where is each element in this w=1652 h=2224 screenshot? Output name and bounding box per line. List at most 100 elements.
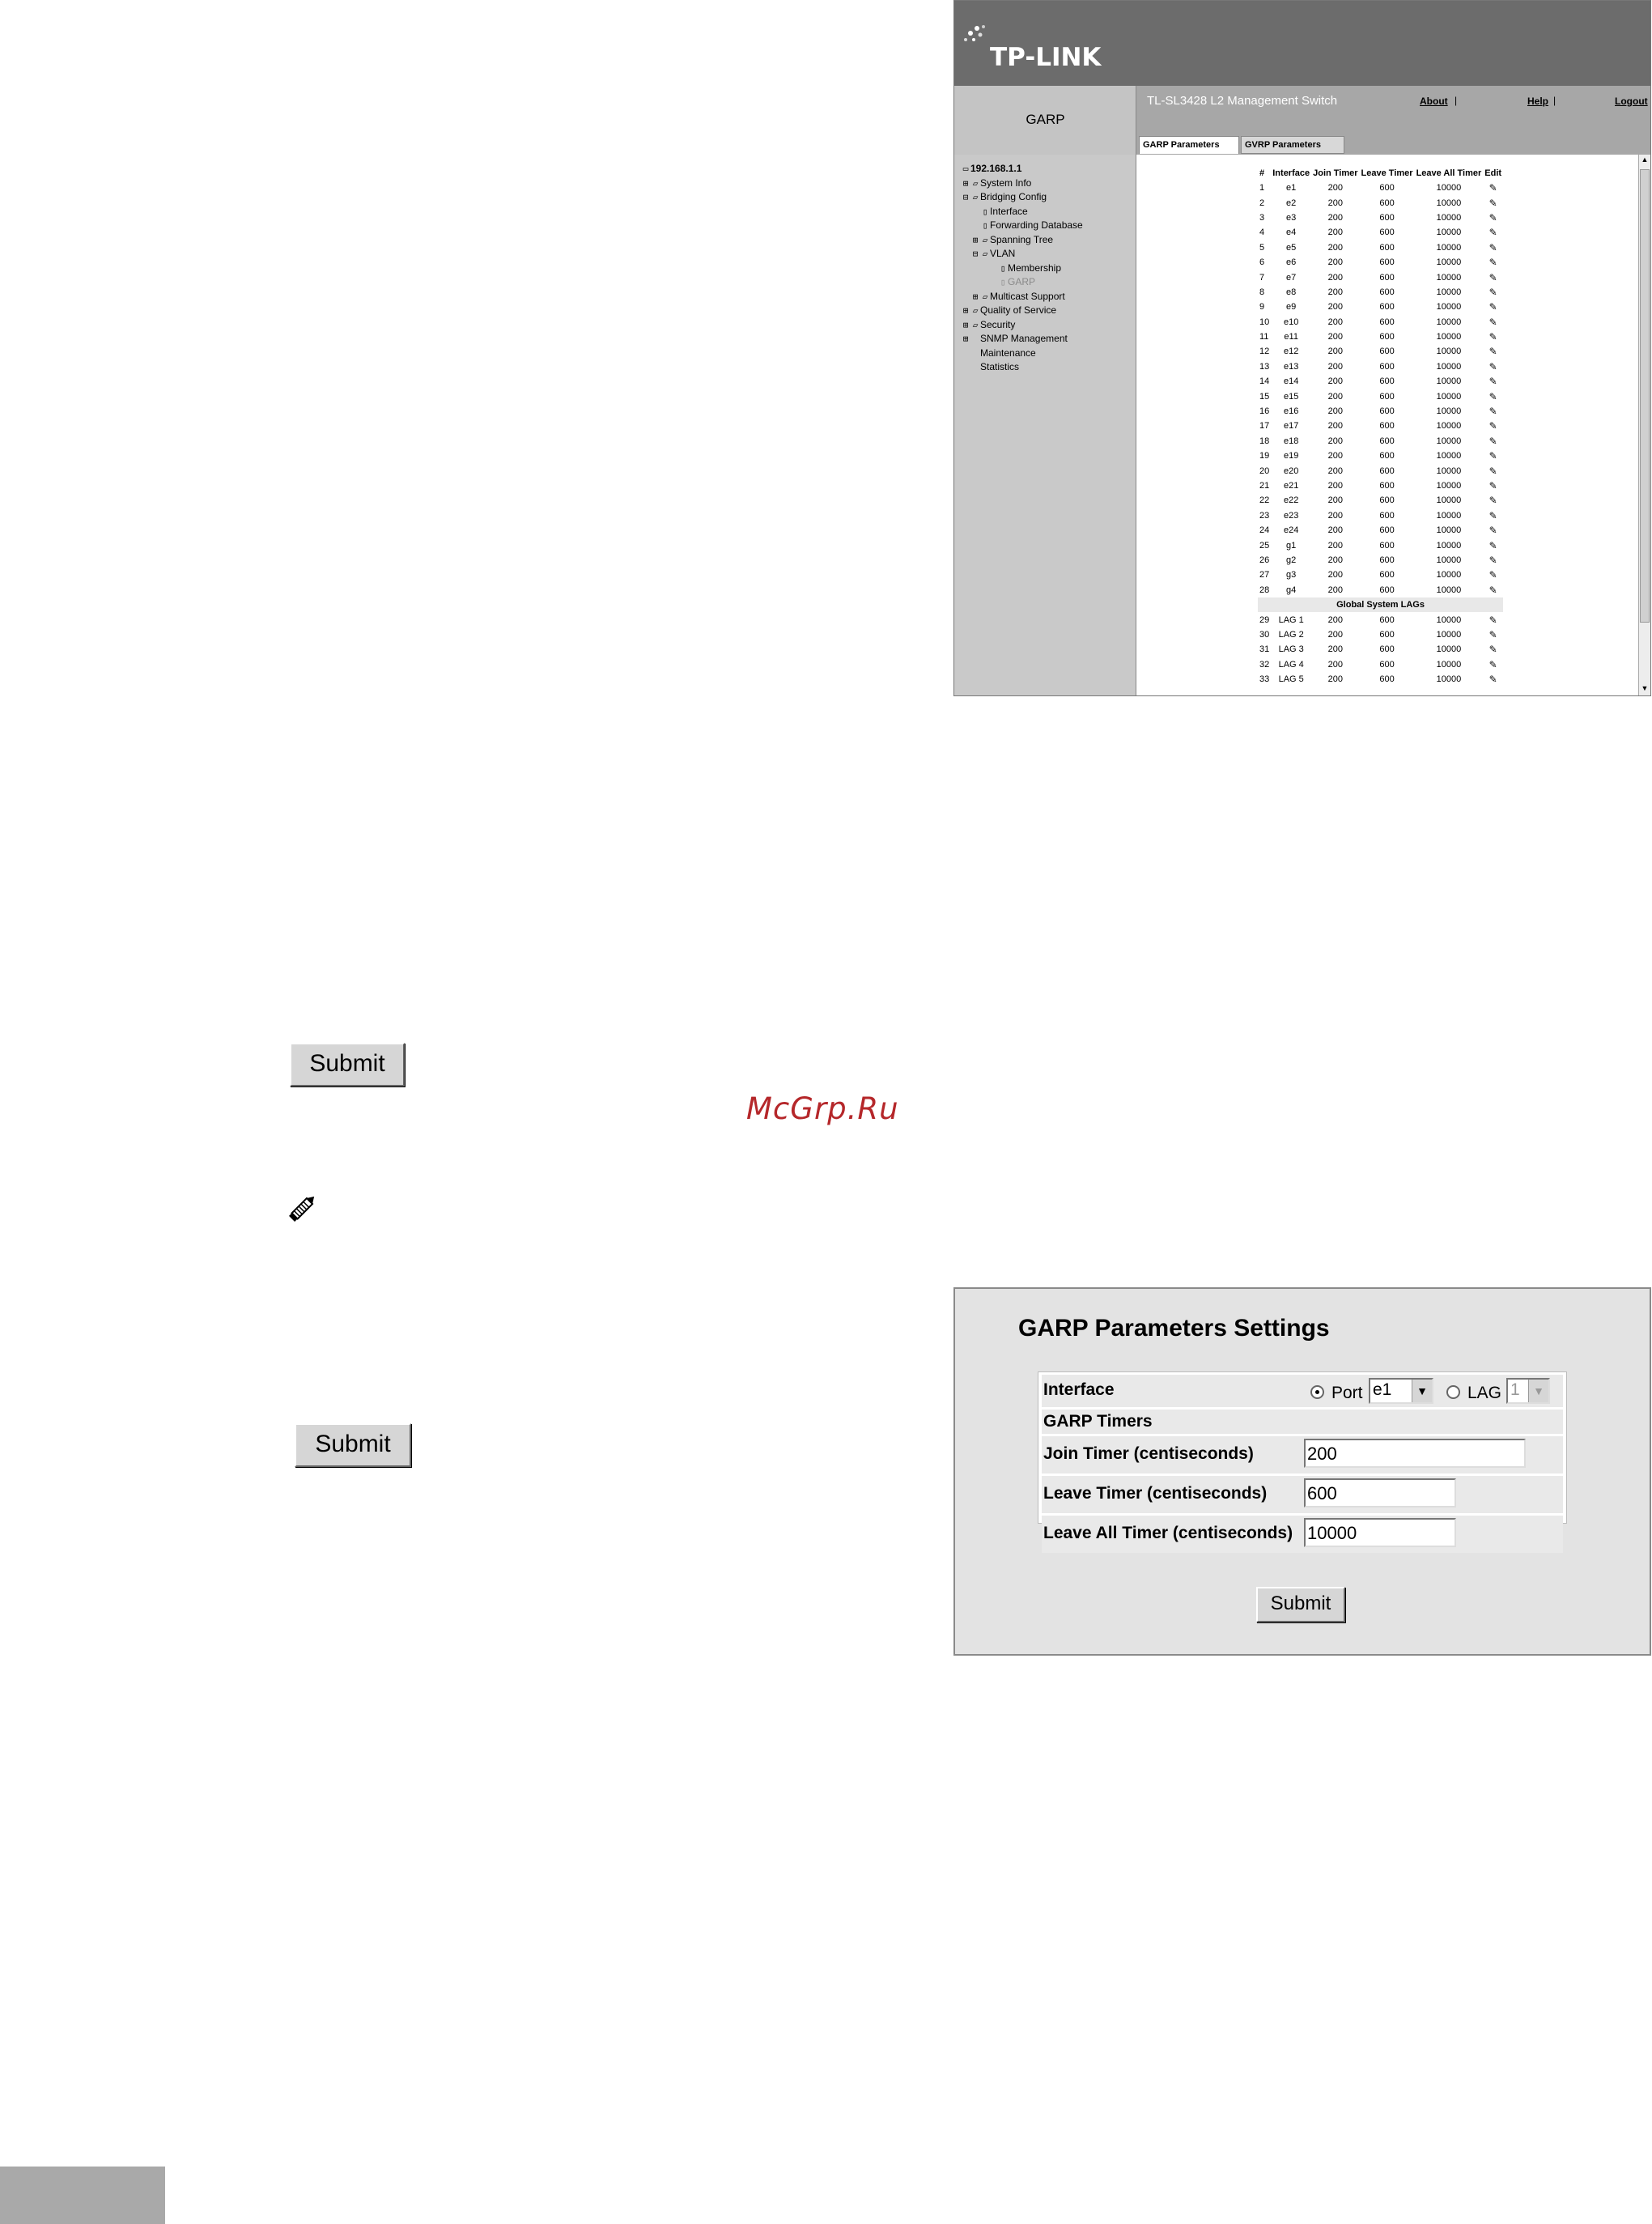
pencil-icon[interactable]: ✎ <box>1483 493 1503 508</box>
pencil-icon[interactable]: ✎ <box>1483 449 1503 463</box>
scroll-down-icon[interactable]: ▼ <box>1640 684 1650 695</box>
pencil-icon[interactable]: ✎ <box>1483 538 1503 552</box>
port-radio[interactable] <box>1310 1385 1324 1399</box>
pencil-icon[interactable]: ✎ <box>1483 478 1503 493</box>
tree-item-system-info[interactable]: ⊞ ▱ System Info <box>961 177 1032 189</box>
pencil-icon[interactable]: ✎ <box>1483 374 1503 389</box>
table-row: 32 LAG 4 200 600 10000 ✎ <box>1258 657 1503 672</box>
pencil-icon[interactable]: ✎ <box>1483 225 1503 240</box>
table-cell: 600 <box>1379 659 1395 670</box>
pencil-icon[interactable]: ✎ <box>1483 195 1503 210</box>
pencil-icon[interactable]: ✎ <box>1483 404 1503 419</box>
pencil-icon[interactable]: ✎ <box>1483 330 1503 344</box>
tree-item-multicast-support[interactable]: ⊞ ▱ Multicast Support <box>970 291 1065 302</box>
tab-garp-parameters[interactable]: GARP Parameters <box>1139 136 1239 154</box>
product-name: TL-SL3428 L2 Management Switch <box>1147 94 1338 108</box>
table-cell: 600 <box>1379 317 1395 327</box>
pencil-icon[interactable]: ✎ <box>1483 255 1503 270</box>
pencil-icon[interactable]: ✎ <box>1483 344 1503 359</box>
pencil-icon[interactable]: ✎ <box>1483 434 1503 449</box>
logout-link[interactable]: Logout <box>1615 96 1648 107</box>
folder-icon: ▱ <box>982 291 988 302</box>
pencil-icon[interactable]: ✎ <box>1483 270 1503 284</box>
tree-item-maintenance[interactable]: Maintenance <box>980 347 1036 359</box>
scroll-up-icon[interactable]: ▲ <box>1640 155 1650 167</box>
help-link[interactable]: Help <box>1527 96 1548 107</box>
tab-gvrp-parameters[interactable]: GVRP Parameters <box>1241 136 1344 154</box>
table-cell: 3 <box>1259 212 1265 223</box>
table-cell: 10000 <box>1436 644 1462 655</box>
pencil-icon[interactable]: ✎ <box>1483 285 1503 300</box>
pencil-icon[interactable]: ✎ <box>1483 523 1503 538</box>
table-cell: 200 <box>1327 466 1343 476</box>
tree-item-interface[interactable]: ▯ Interface <box>980 206 1028 217</box>
pencil-icon[interactable]: ✎ <box>1483 463 1503 478</box>
table-cell: 600 <box>1379 183 1395 193</box>
table-cell: e1 <box>1286 183 1297 193</box>
lag-select[interactable]: 1 ▼ <box>1506 1378 1550 1404</box>
tree-item-security[interactable]: ⊞ ▱ Security <box>961 319 1016 330</box>
pencil-icon[interactable]: ✎ <box>1483 359 1503 374</box>
vertical-scrollbar[interactable]: ▲ ▼ <box>1638 155 1650 695</box>
tree-item-statistics[interactable]: Statistics <box>980 361 1019 372</box>
table-cell: 200 <box>1327 212 1343 223</box>
pencil-icon[interactable]: ✎ <box>1483 419 1503 433</box>
pencil-icon[interactable]: ✎ <box>1483 612 1503 627</box>
submit-button[interactable]: Submit <box>295 1423 411 1467</box>
table-cell: 10000 <box>1436 674 1462 685</box>
chevron-down-icon: ▼ <box>1412 1380 1432 1402</box>
tree-item-vlan[interactable]: ⊟ ▱ VLAN <box>970 248 1016 259</box>
page-icon: ▯ <box>982 220 988 231</box>
submit-button[interactable]: Submit <box>290 1043 405 1086</box>
pencil-icon[interactable]: ✎ <box>1483 389 1503 403</box>
tree-item-bridging-config[interactable]: ⊟ ▱ Bridging Config <box>961 191 1047 202</box>
pencil-icon[interactable]: ✎ <box>1483 553 1503 568</box>
pencil-icon[interactable]: ✎ <box>1483 181 1503 195</box>
scrollbar-thumb[interactable] <box>1640 169 1650 623</box>
table-row: 4 e4 200 600 10000 ✎ <box>1258 225 1503 240</box>
pencil-icon[interactable]: ✎ <box>1483 240 1503 255</box>
page-footer-block <box>0 2167 165 2224</box>
table-cell: 19 <box>1259 451 1270 461</box>
table-cell: 10000 <box>1436 361 1462 372</box>
join-timer-input[interactable]: 200 <box>1304 1439 1526 1468</box>
table-cell: 200 <box>1327 659 1343 670</box>
table-cell: 2 <box>1259 198 1265 208</box>
table-cell: 10000 <box>1436 466 1462 476</box>
brand-logo: TP-LINK <box>990 43 1102 72</box>
tree-item-snmp-management[interactable]: ⊞ SNMP Management <box>961 333 1068 344</box>
tree-item-membership[interactable]: ▯ Membership <box>998 262 1061 274</box>
table-cell: 600 <box>1379 198 1395 208</box>
leave-timer-input[interactable]: 600 <box>1304 1478 1456 1507</box>
pencil-icon[interactable]: ✎ <box>1483 672 1503 687</box>
table-cell: 600 <box>1379 332 1395 342</box>
pencil-icon[interactable]: ✎ <box>1483 300 1503 314</box>
folder-icon: ▱ <box>972 178 979 189</box>
port-select[interactable]: e1 ▼ <box>1369 1378 1433 1404</box>
table-cell: 17 <box>1259 421 1270 432</box>
submit-button[interactable]: Submit <box>1256 1587 1345 1622</box>
tree-root[interactable]: ▭ 192.168.1.1 <box>961 163 1022 174</box>
pencil-icon[interactable]: ✎ <box>1483 642 1503 657</box>
about-link[interactable]: About <box>1420 96 1448 107</box>
lag-radio[interactable] <box>1446 1385 1460 1399</box>
pencil-icon[interactable]: ✎ <box>1483 315 1503 330</box>
tree-item-quality-of-service[interactable]: ⊞ ▱ Quality of Service <box>961 304 1056 316</box>
table-cell: 10000 <box>1436 540 1462 551</box>
pencil-icon[interactable]: ✎ <box>1483 568 1503 582</box>
tree-item-garp[interactable]: ▯ GARP <box>998 276 1035 287</box>
pencil-icon[interactable]: ✎ <box>1483 657 1503 672</box>
pencil-icon[interactable]: ✎ <box>1483 583 1503 597</box>
table-row: 13 e13 200 600 10000 ✎ <box>1258 359 1503 374</box>
pencil-icon[interactable]: ✎ <box>1483 508 1503 523</box>
pencil-icon[interactable]: ✎ <box>1483 627 1503 642</box>
table-row: 30 LAG 2 200 600 10000 ✎ <box>1258 627 1503 642</box>
table-row: 11 e11 200 600 10000 ✎ <box>1258 330 1503 344</box>
tree-item-forwarding-database[interactable]: ▯ Forwarding Database <box>980 219 1083 231</box>
tree-item-spanning-tree[interactable]: ⊞ ▱ Spanning Tree <box>970 234 1053 245</box>
pencil-icon[interactable]: ✎ <box>1483 210 1503 225</box>
folder-icon: ▱ <box>982 235 988 245</box>
table-cell: 600 <box>1379 629 1395 640</box>
leave-all-timer-input[interactable]: 10000 <box>1304 1518 1456 1547</box>
table-row: 20 e20 200 600 10000 ✎ <box>1258 463 1503 478</box>
